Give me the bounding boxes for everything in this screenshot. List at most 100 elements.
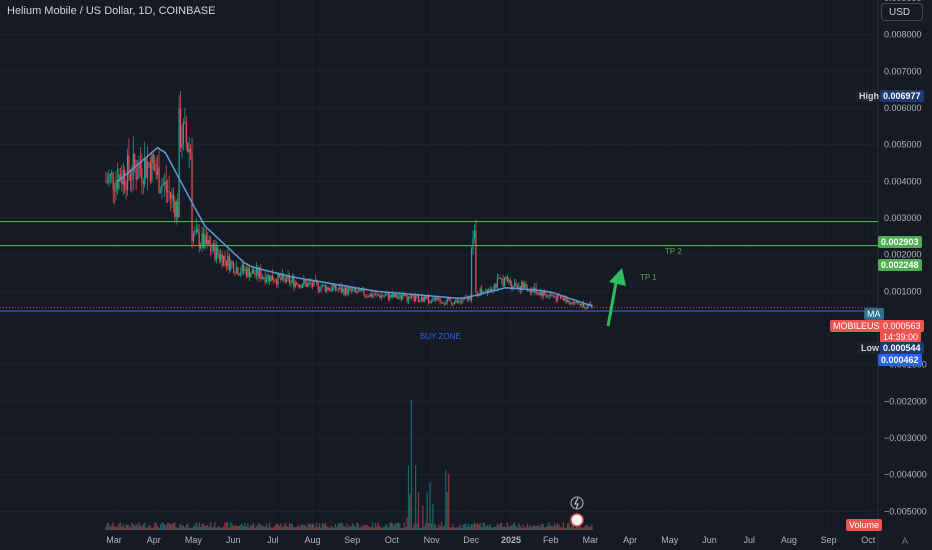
candle-body [175,201,177,218]
candle-body [297,284,299,287]
candle-body [327,287,329,290]
candle-body [439,298,441,303]
candle-body [277,273,279,285]
volume-bar [142,523,144,530]
currency-button[interactable]: USD [881,3,923,21]
candle-body [426,296,428,299]
volume-bar [284,522,286,530]
candle-body [141,168,143,181]
volume-bar [179,523,182,530]
candle-body [235,267,238,274]
candle-body [270,275,272,282]
candle-body [572,302,574,304]
price-tick-label: 0.006000 [884,103,922,113]
candle-body [106,181,109,183]
volume-bar [511,525,513,530]
volume-bar [164,523,166,530]
tp2-annotation: TP 2 [665,247,682,256]
volume-bar [531,527,533,530]
volume-bar [319,523,321,530]
ma-tag: MA [864,308,884,320]
volume-bar [581,527,583,530]
volume-bar [327,526,329,530]
volume-bar [247,523,249,530]
price-tick-label: 0.001000 [884,286,922,296]
candle-body [362,289,364,291]
candle-body [144,158,146,185]
volume-bar [475,524,477,530]
candle-body [148,162,150,164]
candle-body [260,269,262,280]
volume-bar [291,524,293,530]
volume-bar [367,526,369,530]
candle-body [208,239,210,246]
volume-bar [558,524,560,530]
candle-body [346,287,348,295]
price-tick-label: 0.004000 [884,176,922,186]
candle-body [276,281,278,285]
candle-body [116,180,119,189]
volume-bar [582,527,584,530]
volume-bar [172,523,174,530]
volume-bar [426,492,428,530]
candle-body [232,263,235,273]
candle-body [164,181,166,184]
volume-bar [202,523,205,530]
candle-body [145,158,147,178]
price-tick-label: 0.005000 [884,140,922,150]
target-arrow-shaft [606,282,618,327]
volume-bar [508,526,510,530]
candle-body [157,167,159,175]
candle-body [542,291,544,297]
candle-body [326,287,328,292]
volume-bar [389,522,391,530]
candle-body [374,293,377,296]
volume-bar [152,527,154,530]
volume-bar [453,526,455,530]
candle-body [425,296,427,299]
volume-bar [522,524,524,530]
volume-bar [372,522,374,530]
candle-body [288,277,291,284]
volume-bar [515,525,517,530]
candle-body [267,275,269,280]
candle-body [525,283,527,289]
volume-bar [300,524,302,530]
candle-body [228,255,230,270]
volume-bar [373,527,375,530]
candle-body [205,234,207,245]
volume-bar [551,525,553,530]
volume-bar [476,523,478,530]
candle-body [250,273,252,278]
volume-bar [326,525,328,530]
volume-bar [341,523,344,530]
volume-bar [280,523,282,530]
candle-body [290,281,292,284]
candle-body [139,164,142,169]
volume-bar [394,523,397,530]
volume-bar [185,524,187,530]
candle-body [303,280,305,286]
volume-bar [535,525,537,530]
candle-body [524,283,526,288]
candle-body [475,230,477,293]
candle-body [436,297,438,301]
time-tick-label: Mar [106,535,122,545]
candle-body [448,298,450,300]
volume-bar [466,526,468,530]
candle-body [227,255,229,266]
chart-canvas[interactable]: 0.0090000.0080000.0070000.0060000.005000… [0,0,932,550]
volume-bar [542,524,544,530]
volume-bar [554,522,556,530]
volume-bar [512,523,514,530]
volume-bar [587,524,589,530]
volume-bar [492,527,494,530]
volume-bar [224,522,226,530]
volume-bar [399,523,401,530]
candle-body [429,301,431,304]
volume-bar [227,522,229,530]
volume-bar [503,526,506,530]
volume-bar [125,524,127,530]
time-tick-label: Sep [821,535,837,545]
candle-body [390,294,392,298]
